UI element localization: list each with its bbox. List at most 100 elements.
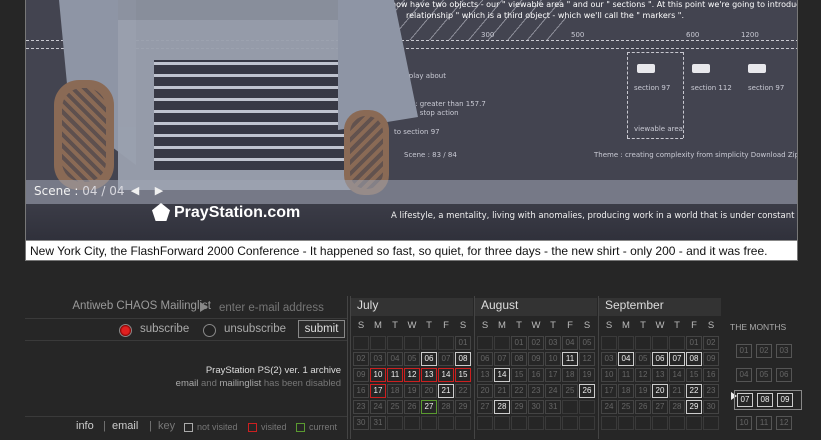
calendar-day[interactable]: 24 xyxy=(601,400,617,414)
calendar-day[interactable]: 03 xyxy=(545,336,561,350)
calendar-day[interactable]: 29 xyxy=(455,400,471,414)
month-button[interactable]: 11 xyxy=(756,416,772,430)
calendar-day[interactable]: 26 xyxy=(404,400,420,414)
month-button[interactable]: 05 xyxy=(756,368,772,382)
calendar-day[interactable]: 28 xyxy=(669,400,685,414)
calendar-day[interactable]: 19 xyxy=(579,368,595,382)
calendar-day[interactable]: 21 xyxy=(438,384,454,398)
calendar-day[interactable]: 08 xyxy=(511,352,527,366)
calendar-day[interactable]: 30 xyxy=(703,400,719,414)
calendar-day[interactable]: 19 xyxy=(404,384,420,398)
email-input[interactable] xyxy=(217,298,349,317)
calendar-day[interactable]: 22 xyxy=(511,384,527,398)
calendar-day[interactable]: 10 xyxy=(601,368,617,382)
calendar-day[interactable]: 23 xyxy=(703,384,719,398)
calendar-day[interactable]: 02 xyxy=(353,352,369,366)
praystation-logo[interactable]: PrayStation.com xyxy=(174,204,300,222)
calendar-day[interactable]: 02 xyxy=(528,336,544,350)
calendar-day[interactable]: 29 xyxy=(511,400,527,414)
calendar-day[interactable]: 21 xyxy=(669,384,685,398)
calendar-day[interactable]: 15 xyxy=(455,368,471,382)
calendar-day[interactable]: 25 xyxy=(618,400,634,414)
calendar-day[interactable]: 17 xyxy=(545,368,561,382)
calendar-day[interactable]: 02 xyxy=(703,336,719,350)
calendar-day[interactable]: 05 xyxy=(404,352,420,366)
calendar-day[interactable]: 18 xyxy=(562,368,578,382)
submit-button[interactable]: submit xyxy=(298,320,345,338)
calendar-day[interactable]: 04 xyxy=(387,352,403,366)
calendar-day[interactable]: 26 xyxy=(635,400,651,414)
calendar-day[interactable]: 27 xyxy=(421,400,437,414)
month-button[interactable]: 07 xyxy=(737,393,753,407)
calendar-day[interactable]: 01 xyxy=(511,336,527,350)
calendar-day[interactable]: 14 xyxy=(438,368,454,382)
calendar-day[interactable]: 28 xyxy=(438,400,454,414)
calendar-day[interactable]: 09 xyxy=(703,352,719,366)
calendar-day[interactable]: 20 xyxy=(421,384,437,398)
calendar-day[interactable]: 18 xyxy=(618,384,634,398)
calendar-day[interactable]: 26 xyxy=(579,384,595,398)
calendar-day[interactable]: 10 xyxy=(545,352,561,366)
calendar-day[interactable]: 20 xyxy=(477,384,493,398)
month-button[interactable]: 04 xyxy=(736,368,752,382)
calendar-day[interactable]: 09 xyxy=(528,352,544,366)
calendar-day[interactable]: 04 xyxy=(562,336,578,350)
calendar-day[interactable]: 04 xyxy=(618,352,634,366)
calendar-day[interactable]: 17 xyxy=(601,384,617,398)
calendar-day[interactable]: 23 xyxy=(353,400,369,414)
calendar-day[interactable]: 31 xyxy=(370,416,386,430)
calendar-day[interactable]: 27 xyxy=(652,400,668,414)
calendar-day[interactable]: 16 xyxy=(353,384,369,398)
scene-prev-button[interactable]: ◀ xyxy=(126,183,144,199)
calendar-day[interactable]: 14 xyxy=(494,368,510,382)
month-button[interactable]: 03 xyxy=(776,344,792,358)
calendar-day[interactable]: 22 xyxy=(455,384,471,398)
calendar-day[interactable]: 16 xyxy=(528,368,544,382)
calendar-day[interactable]: 15 xyxy=(511,368,527,382)
calendar-day[interactable]: 25 xyxy=(387,400,403,414)
calendar-day[interactable]: 19 xyxy=(635,384,651,398)
calendar-day[interactable]: 10 xyxy=(370,368,386,382)
calendar-day[interactable]: 24 xyxy=(545,384,561,398)
calendar-day[interactable]: 06 xyxy=(477,352,493,366)
calendar-day[interactable]: 06 xyxy=(652,352,668,366)
calendar-day[interactable]: 12 xyxy=(579,352,595,366)
calendar-day[interactable]: 06 xyxy=(421,352,437,366)
calendar-day[interactable]: 09 xyxy=(353,368,369,382)
calendar-day[interactable]: 07 xyxy=(669,352,685,366)
calendar-day[interactable]: 25 xyxy=(562,384,578,398)
calendar-day[interactable]: 12 xyxy=(635,368,651,382)
calendar-day[interactable]: 03 xyxy=(601,352,617,366)
calendar-day[interactable]: 12 xyxy=(404,368,420,382)
calendar-day[interactable]: 20 xyxy=(652,384,668,398)
calendar-day[interactable]: 27 xyxy=(477,400,493,414)
calendar-day[interactable]: 24 xyxy=(370,400,386,414)
calendar-day[interactable]: 31 xyxy=(545,400,561,414)
calendar-day[interactable]: 03 xyxy=(370,352,386,366)
calendar-day[interactable]: 11 xyxy=(618,368,634,382)
calendar-day[interactable]: 13 xyxy=(477,368,493,382)
calendar-day[interactable]: 17 xyxy=(370,384,386,398)
calendar-day[interactable]: 11 xyxy=(387,368,403,382)
calendar-day[interactable]: 01 xyxy=(686,336,702,350)
month-button[interactable]: 06 xyxy=(776,368,792,382)
calendar-day[interactable]: 29 xyxy=(686,400,702,414)
calendar-day[interactable]: 14 xyxy=(669,368,685,382)
month-button[interactable]: 01 xyxy=(736,344,752,358)
month-button[interactable]: 02 xyxy=(756,344,772,358)
calendar-day[interactable]: 22 xyxy=(686,384,702,398)
calendar-day[interactable]: 30 xyxy=(353,416,369,430)
calendar-day[interactable]: 08 xyxy=(455,352,471,366)
info-link[interactable]: info xyxy=(76,420,94,432)
scene-next-button[interactable]: ▶ xyxy=(150,183,168,199)
month-button[interactable]: 12 xyxy=(776,416,792,430)
calendar-day[interactable]: 07 xyxy=(494,352,510,366)
calendar-day[interactable]: 11 xyxy=(562,352,578,366)
unsubscribe-radio[interactable] xyxy=(203,324,216,337)
calendar-day[interactable]: 16 xyxy=(703,368,719,382)
calendar-day[interactable]: 28 xyxy=(494,400,510,414)
month-button[interactable]: 08 xyxy=(757,393,773,407)
subscribe-radio[interactable] xyxy=(119,324,132,337)
calendar-day[interactable]: 07 xyxy=(438,352,454,366)
calendar-day[interactable]: 01 xyxy=(455,336,471,350)
